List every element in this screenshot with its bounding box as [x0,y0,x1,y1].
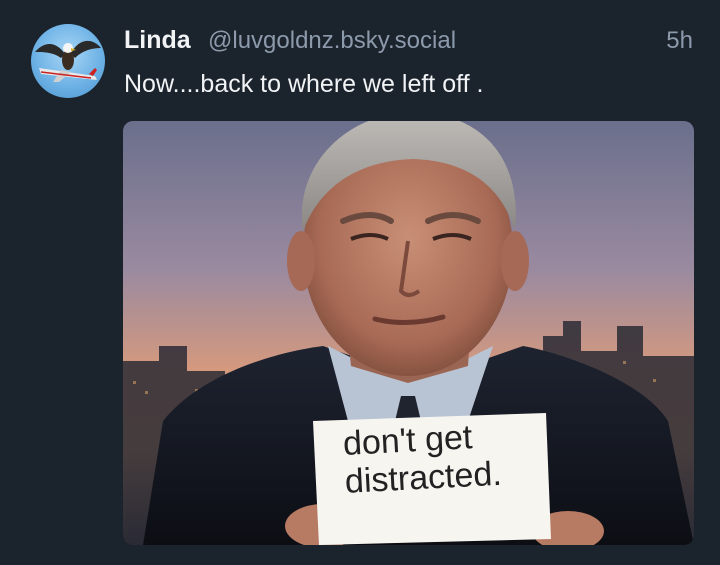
post-text: Now....back to where we left off . [124,70,484,98]
post-image[interactable]: don't get distracted. [123,121,694,545]
author-avatar[interactable] [31,24,105,98]
sign-text: don't get distracted. [342,415,536,501]
post-timestamp[interactable]: 5h [666,27,693,55]
post[interactable]: Linda @luvgoldnz.bsky.social 5h Now....b… [0,0,720,565]
author-name[interactable]: Linda [124,26,191,55]
author-handle[interactable]: @luvgoldnz.bsky.social [208,27,456,55]
eagle-avatar-icon [35,40,101,82]
